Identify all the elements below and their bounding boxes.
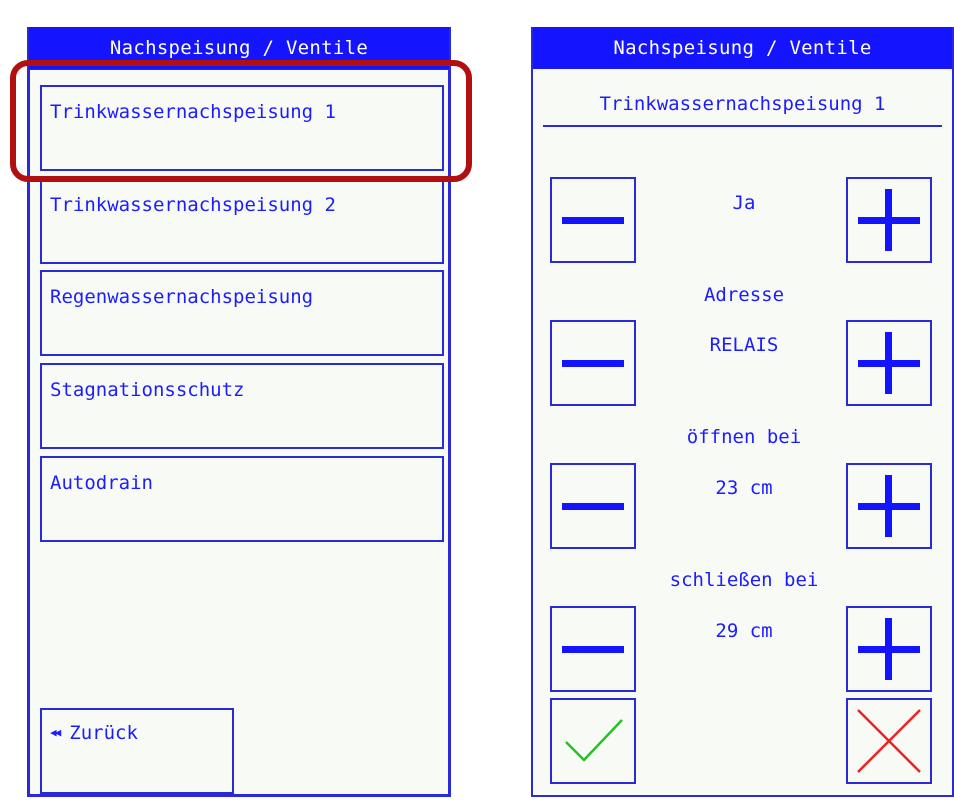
back-button[interactable]: ◀◀ Zurück bbox=[40, 708, 234, 794]
decrease-button-schliessen-bei[interactable] bbox=[550, 606, 636, 692]
confirm-button[interactable] bbox=[550, 698, 636, 784]
plus-icon bbox=[858, 618, 920, 680]
setting-label-oeffnen-bei: öffnen bei bbox=[686, 426, 802, 448]
menu-item-trinkwassernachspeisung-1[interactable]: Trinkwassernachspeisung 1 bbox=[40, 85, 444, 171]
minus-icon bbox=[562, 503, 624, 510]
double-left-arrow-icon: ◀◀ bbox=[50, 726, 61, 739]
minus-icon bbox=[562, 217, 624, 224]
setting-label-adresse: Adresse bbox=[703, 284, 785, 306]
decrease-button-oeffnen-bei[interactable] bbox=[550, 463, 636, 549]
menu-item-stagnationsschutz[interactable]: Stagnationsschutz bbox=[40, 363, 444, 449]
menu-item-label: Trinkwassernachspeisung 2 bbox=[50, 194, 336, 216]
cancel-button[interactable] bbox=[846, 698, 932, 784]
x-icon bbox=[857, 709, 921, 773]
settings-subtitle: Trinkwassernachspeisung 1 bbox=[543, 83, 942, 127]
menu-content: Trinkwassernachspeisung 1 Trinkwassernac… bbox=[29, 69, 449, 795]
setting-value-adresse: RELAIS bbox=[709, 334, 779, 356]
increase-button-schliessen-bei[interactable] bbox=[846, 606, 932, 692]
menu-item-label: Autodrain bbox=[50, 472, 153, 494]
plus-icon bbox=[858, 475, 920, 537]
menu-header: Nachspeisung / Ventile bbox=[29, 27, 449, 69]
menu-item-regenwassernachspeisung[interactable]: Regenwassernachspeisung bbox=[40, 270, 444, 356]
setting-value-schliessen-bei: 29 cm bbox=[715, 620, 773, 642]
setting-value-oeffnen-bei: 23 cm bbox=[715, 477, 773, 499]
settings-header: Nachspeisung / Ventile bbox=[533, 27, 952, 69]
decrease-button-adresse[interactable] bbox=[550, 320, 636, 406]
settings-panel: Nachspeisung / Ventile Trinkwassernachsp… bbox=[531, 27, 954, 797]
menu-item-label: Trinkwassernachspeisung 1 bbox=[50, 101, 336, 123]
menu-panel: Nachspeisung / Ventile Trinkwassernachsp… bbox=[27, 27, 451, 797]
minus-icon bbox=[562, 360, 624, 367]
setting-value-enabled: Ja bbox=[732, 192, 756, 214]
menu-item-label: Regenwassernachspeisung bbox=[50, 286, 314, 308]
menu-item-autodrain[interactable]: Autodrain bbox=[40, 456, 444, 542]
increase-button-adresse[interactable] bbox=[846, 320, 932, 406]
checkmark-icon bbox=[565, 719, 623, 762]
back-label: Zurück bbox=[69, 722, 138, 744]
menu-item-trinkwassernachspeisung-2[interactable]: Trinkwassernachspeisung 2 bbox=[40, 178, 444, 264]
increase-button-oeffnen-bei[interactable] bbox=[846, 463, 932, 549]
minus-icon bbox=[562, 646, 624, 653]
decrease-button-enabled[interactable] bbox=[550, 177, 636, 263]
menu-item-label: Stagnationsschutz bbox=[50, 379, 245, 401]
setting-label-schliessen-bei: schließen bei bbox=[669, 569, 819, 591]
plus-icon bbox=[858, 332, 920, 394]
increase-button-enabled[interactable] bbox=[846, 177, 932, 263]
plus-icon bbox=[858, 189, 920, 251]
